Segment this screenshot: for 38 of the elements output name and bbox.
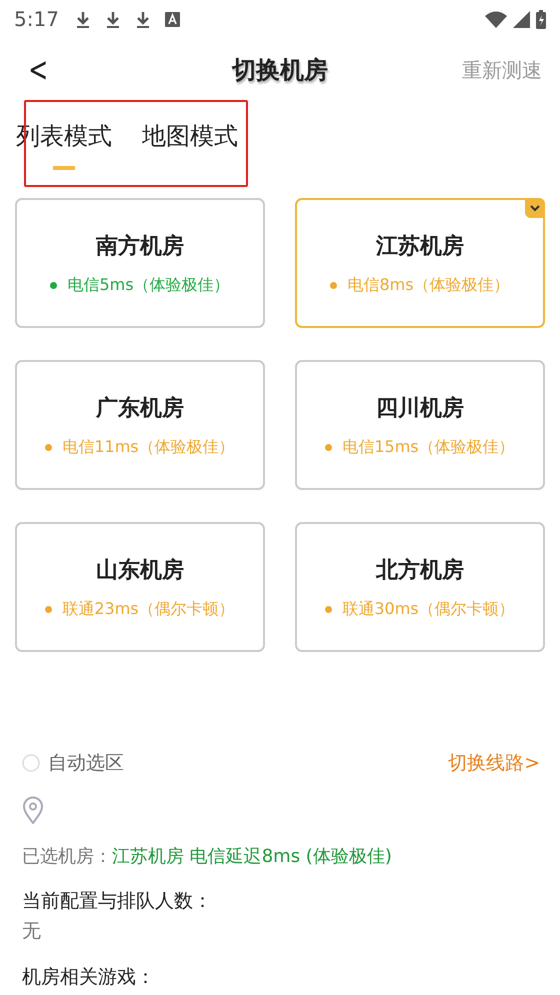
room-card[interactable]: 北方机房 联通30ms（偶尔卡顿） (295, 522, 545, 652)
latency-text: 联通23ms（偶尔卡顿） (62, 598, 235, 620)
latency-text: 电信8ms（体验极佳） (347, 274, 510, 296)
download-icon (134, 10, 151, 28)
config-label: 当前配置与排队人数： (22, 889, 213, 914)
download-icon (74, 10, 91, 28)
selected-room-value: 江苏机房 电信延迟8ms (体验极佳) (112, 846, 392, 867)
latency-text: 电信15ms（体验极佳） (342, 436, 515, 458)
download-icon (104, 10, 121, 28)
status-time: 5:17 (14, 7, 59, 31)
room-card[interactable]: 广东机房 电信11ms（体验极佳） (15, 360, 265, 490)
room-name: 四川机房 (376, 394, 464, 422)
check-icon (525, 198, 545, 218)
selected-room-label: 已选机房： (22, 846, 112, 867)
config-value: 无 (22, 919, 42, 944)
room-card[interactable]: 四川机房 电信15ms（体验极佳） (295, 360, 545, 490)
location-pin-icon (22, 796, 44, 824)
room-name: 北方机房 (376, 556, 464, 584)
room-card[interactable]: 江苏机房 电信8ms（体验极佳） (295, 198, 545, 328)
page-title: 切换机房 (232, 56, 328, 84)
app-notification-icon (164, 12, 180, 26)
room-name: 山东机房 (96, 556, 184, 584)
room-name: 南方机房 (96, 232, 184, 260)
battery-icon (536, 10, 546, 28)
games-label: 机房相关游戏： (22, 965, 156, 990)
room-name: 江苏机房 (376, 232, 464, 260)
back-button[interactable]: < (24, 50, 52, 90)
latency-text: 电信5ms（体验极佳） (67, 274, 230, 296)
room-card[interactable]: 山东机房 联通23ms（偶尔卡顿） (15, 522, 265, 652)
auto-select-label: 自动选区 (48, 751, 124, 776)
radio-button[interactable] (22, 754, 40, 772)
signal-icon (513, 10, 530, 28)
latency-text: 电信11ms（体验极佳） (62, 436, 235, 458)
room-name: 广东机房 (96, 394, 184, 422)
wifi-icon (485, 10, 507, 28)
tab[interactable]: 地图模式 (142, 120, 238, 170)
latency-text: 联通30ms（偶尔卡顿） (342, 598, 515, 620)
room-card[interactable]: 南方机房 电信5ms（体验极佳） (15, 198, 265, 328)
